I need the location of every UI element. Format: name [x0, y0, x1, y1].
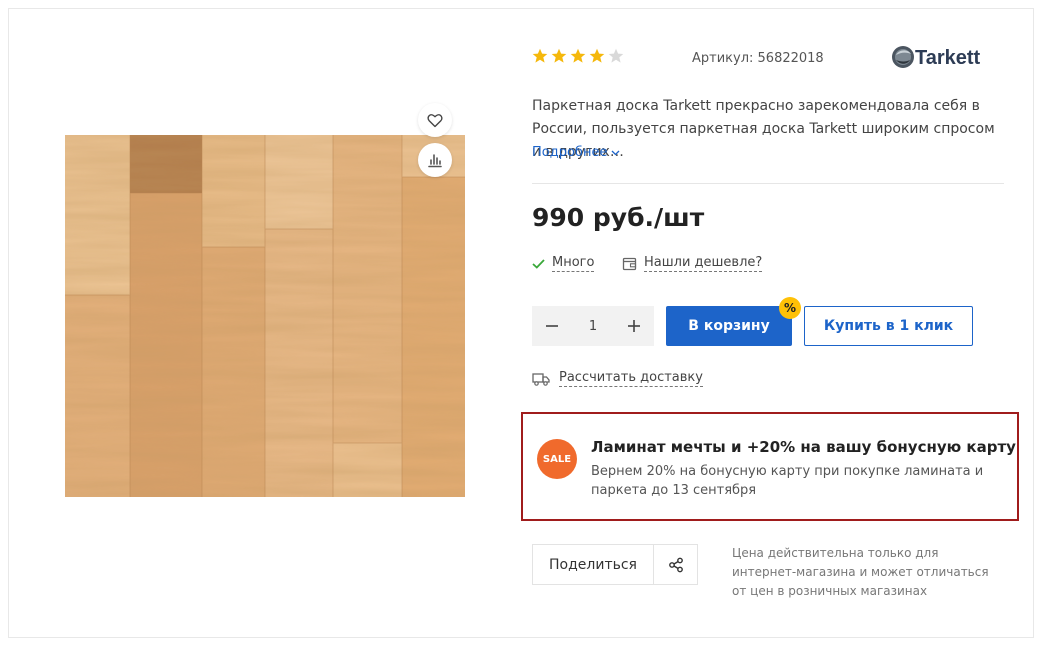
chart-bars-icon [428, 154, 442, 168]
star-filled-icon [532, 48, 548, 63]
promo-text: Вернем 20% на бонусную карту при покупке… [591, 464, 984, 498]
share-widget: Поделиться [532, 544, 698, 585]
found-cheaper-link[interactable]: Нашли дешевле? [622, 255, 763, 272]
calculate-delivery-label: Рассчитать доставку [559, 370, 703, 387]
product-image[interactable] [65, 135, 465, 497]
star-filled-icon [551, 48, 567, 63]
plus-icon [628, 320, 640, 332]
wallet-icon [622, 257, 637, 271]
compare-button[interactable] [418, 143, 452, 177]
share-icon-button[interactable] [654, 545, 697, 584]
stock-status: Много [532, 255, 595, 272]
divider [532, 183, 1004, 184]
chevron-down-icon [611, 150, 620, 155]
sale-badge: SALE [537, 439, 577, 479]
buy-one-click-button[interactable]: Купить в 1 клик [804, 306, 973, 346]
minus-icon [546, 325, 558, 327]
calculate-delivery-link[interactable]: Рассчитать доставку [532, 370, 703, 387]
promo-title: Ламинат мечты и +20% на вашу бонусную ка… [591, 438, 1016, 456]
check-icon [532, 258, 545, 269]
star-filled-icon [589, 48, 605, 63]
star-filled-icon [570, 48, 586, 63]
found-cheaper-label: Нашли дешевле? [644, 255, 763, 272]
rating-stars [532, 48, 624, 64]
more-link[interactable]: Подробнее [532, 145, 620, 160]
discount-badge: % [779, 297, 801, 319]
price: 990 руб./шт [532, 203, 705, 232]
stock-label: Много [552, 255, 595, 272]
brand-logo[interactable]: Tarkett [889, 40, 1001, 74]
quantity-value[interactable]: 1 [589, 319, 597, 334]
star-empty-icon [608, 48, 624, 63]
heart-icon [427, 113, 443, 127]
promo-banner[interactable]: SALE Ламинат мечты и +20% на вашу бонусн… [521, 412, 1019, 521]
share-icon [668, 557, 683, 572]
add-to-cart-button[interactable]: В корзину [666, 306, 792, 346]
truck-icon [532, 372, 550, 386]
favorite-button[interactable] [418, 103, 452, 137]
increase-button[interactable] [624, 316, 644, 336]
price-note: Цена действительна только для интернет-м… [732, 546, 989, 598]
more-label: Подробнее [532, 145, 608, 160]
decrease-button[interactable] [542, 316, 562, 336]
sku-label: Артикул: 56822018 [692, 51, 824, 66]
quantity-stepper: 1 [532, 306, 654, 346]
share-button[interactable]: Поделиться [533, 545, 654, 584]
svg-text:Tarkett: Tarkett [915, 47, 981, 69]
